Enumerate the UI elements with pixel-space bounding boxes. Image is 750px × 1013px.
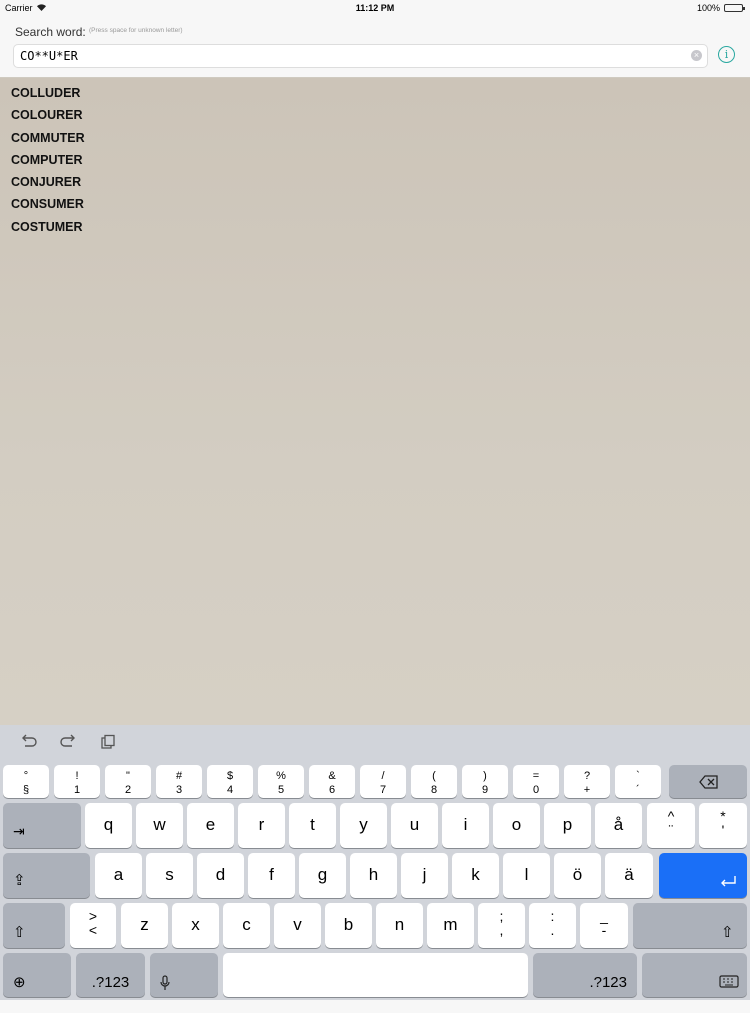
- key-c[interactable]: c: [223, 903, 270, 948]
- key-e[interactable]: e: [187, 803, 234, 848]
- redo-icon[interactable]: [59, 734, 77, 750]
- caps-lock-icon: ⇪: [13, 872, 26, 889]
- search-input[interactable]: [20, 47, 680, 65]
- result-item[interactable]: COLLUDER: [11, 82, 750, 104]
- key-plus[interactable]: ? +: [564, 765, 610, 798]
- battery-percent: 100%: [696, 3, 720, 13]
- result-item[interactable]: CONJURER: [11, 171, 750, 193]
- key-q[interactable]: q: [85, 803, 132, 848]
- key-3[interactable]: #3: [156, 765, 202, 798]
- microphone-icon: [160, 975, 170, 990]
- globe-key[interactable]: ⊕: [3, 953, 71, 997]
- key-x[interactable]: x: [172, 903, 219, 948]
- undo-icon[interactable]: [20, 734, 38, 750]
- key-ö[interactable]: ö: [554, 853, 601, 898]
- key-apostrophe[interactable]: * ': [699, 803, 747, 848]
- hide-keyboard-key[interactable]: [642, 953, 747, 997]
- key-colon[interactable]: :.: [529, 903, 576, 948]
- search-header: Search word: (Press space for unknown le…: [0, 16, 750, 78]
- numbers-key-right[interactable]: .?123: [533, 953, 637, 997]
- key-4[interactable]: $4: [207, 765, 253, 798]
- shortcut-bar: [0, 725, 750, 762]
- delete-key[interactable]: [669, 765, 747, 798]
- tab-icon: ⇥: [13, 823, 25, 839]
- globe-icon: ⊕: [13, 974, 26, 991]
- key-b[interactable]: b: [325, 903, 372, 948]
- shift-key-right[interactable]: ⇧: [633, 903, 747, 948]
- shift-icon: ⇧: [721, 924, 734, 941]
- key-u[interactable]: u: [391, 803, 438, 848]
- result-item[interactable]: COMPUTER: [11, 149, 750, 171]
- space-bar[interactable]: [223, 953, 528, 997]
- key-r[interactable]: r: [238, 803, 285, 848]
- search-box[interactable]: ×: [13, 44, 708, 68]
- search-label: Search word:: [15, 25, 86, 39]
- battery-icon: [724, 4, 745, 12]
- result-item[interactable]: COLOURER: [11, 104, 750, 126]
- key-5[interactable]: % 5: [258, 765, 304, 798]
- key-o[interactable]: o: [493, 803, 540, 848]
- caps-lock-key[interactable]: ⇪: [3, 853, 90, 898]
- tab-key[interactable]: ⇥: [3, 803, 81, 848]
- key-l[interactable]: l: [503, 853, 550, 898]
- paste-icon[interactable]: [100, 734, 116, 750]
- key-acute[interactable]: ` ´: [615, 765, 661, 798]
- info-icon[interactable]: i: [718, 46, 735, 63]
- clock: 11:12 PM: [355, 3, 395, 13]
- key-y[interactable]: y: [340, 803, 387, 848]
- key-dash[interactable]: _ -: [580, 903, 628, 948]
- key-8[interactable]: (8: [411, 765, 457, 798]
- shift-key-left[interactable]: ⇧: [3, 903, 65, 948]
- key-z[interactable]: z: [121, 903, 168, 948]
- onscreen-keyboard: ° § ! 1 " 2 #3 $4 % 5 & 6 /7 (8 ) 9 = 0 ? + ` ´ ⇥…: [0, 725, 750, 1000]
- key-n[interactable]: n: [376, 903, 423, 948]
- return-icon: [721, 876, 736, 887]
- status-bar: Carrier 11:12 PM 100%: [0, 0, 750, 16]
- backspace-icon: [699, 775, 718, 789]
- key-k[interactable]: k: [452, 853, 499, 898]
- key-d[interactable]: d: [197, 853, 244, 898]
- return-key[interactable]: [659, 853, 747, 898]
- key-§[interactable]: ° §: [3, 765, 49, 798]
- key-s[interactable]: s: [146, 853, 193, 898]
- key-j[interactable]: j: [401, 853, 448, 898]
- key-semicolon[interactable]: ;,: [478, 903, 525, 948]
- result-item[interactable]: COSTUMER: [11, 216, 750, 238]
- key-a[interactable]: a: [95, 853, 142, 898]
- dictation-key[interactable]: [150, 953, 218, 997]
- search-hint: (Press space for unknown letter): [89, 27, 183, 34]
- key-6[interactable]: & 6: [309, 765, 355, 798]
- result-item[interactable]: CONSUMER: [11, 193, 750, 215]
- key-t[interactable]: t: [289, 803, 336, 848]
- clear-icon[interactable]: ×: [691, 50, 702, 61]
- key-w[interactable]: w: [136, 803, 183, 848]
- key-f[interactable]: f: [248, 853, 295, 898]
- key-2[interactable]: " 2: [105, 765, 151, 798]
- key-å[interactable]: å: [595, 803, 642, 848]
- shift-icon: ⇧: [13, 924, 26, 941]
- key-1[interactable]: ! 1: [54, 765, 100, 798]
- key-p[interactable]: p: [544, 803, 591, 848]
- key-0[interactable]: = 0: [513, 765, 559, 798]
- numbers-key-left[interactable]: .?123: [76, 953, 145, 997]
- key-9[interactable]: ) 9: [462, 765, 508, 798]
- key-v[interactable]: v: [274, 903, 321, 948]
- key-h[interactable]: h: [350, 853, 397, 898]
- key-i[interactable]: i: [442, 803, 489, 848]
- results-list: COLLUDER COLOURER COMMUTER COMPUTER CONJ…: [0, 78, 750, 725]
- key-m[interactable]: m: [427, 903, 474, 948]
- key-7[interactable]: /7: [360, 765, 406, 798]
- key-caret[interactable]: ^ ¨: [647, 803, 695, 848]
- key-ä[interactable]: ä: [605, 853, 653, 898]
- keyboard-dismiss-icon: [719, 975, 739, 988]
- result-item[interactable]: COMMUTER: [11, 127, 750, 149]
- key-angle-brackets[interactable]: > <: [70, 903, 116, 948]
- key-g[interactable]: g: [299, 853, 346, 898]
